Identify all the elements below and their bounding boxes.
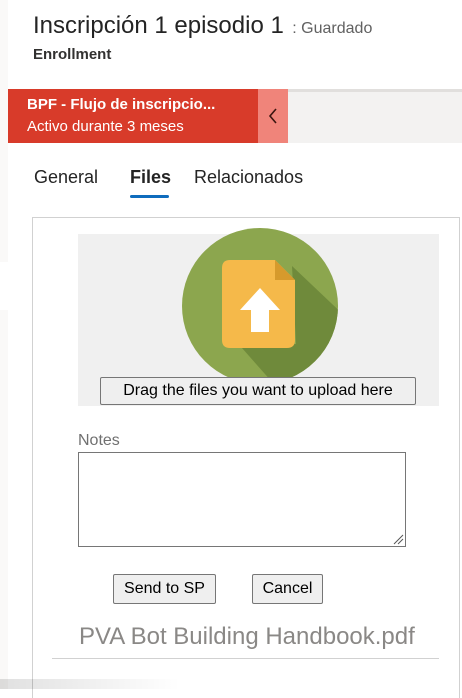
record-name: Inscripción 1 episodio 1 (33, 12, 284, 39)
chevron-left-icon (268, 108, 277, 124)
bpf-stage[interactable]: BPF - Flujo de inscripcio... Activo dura… (8, 89, 258, 143)
notes-field[interactable] (78, 452, 406, 547)
tab-relacionados[interactable]: Relacionados (194, 167, 303, 188)
tab-files[interactable]: Files (130, 167, 171, 188)
entity-name: Enrollment (33, 46, 112, 63)
notes-label: Notes (78, 432, 120, 449)
record-title: Inscripción 1 episodio 1 : Guardado (33, 12, 372, 40)
bpf-duration: Activo durante 3 meses (27, 118, 184, 135)
send-to-sp-button[interactable]: Send to SP (113, 574, 216, 604)
bpf-name: BPF - Flujo de inscripcio... (27, 96, 216, 113)
file-divider (52, 658, 439, 659)
tab-general[interactable]: General (34, 167, 98, 188)
cancel-button[interactable]: Cancel (252, 574, 323, 604)
save-status: : Guardado (292, 20, 373, 37)
nav-gap (0, 262, 8, 310)
left-nav-strip (0, 0, 8, 689)
resize-grip-icon[interactable] (392, 533, 404, 545)
selected-tab-indicator (130, 195, 169, 198)
drag-files-button[interactable]: Drag the files you want to upload here (100, 377, 416, 405)
bpf-collapse-button[interactable] (258, 89, 288, 143)
bottom-shadow (0, 679, 180, 689)
file-list-item[interactable]: PVA Bot Building Handbook.pdf (79, 623, 415, 651)
file-upload-icon (182, 228, 338, 384)
